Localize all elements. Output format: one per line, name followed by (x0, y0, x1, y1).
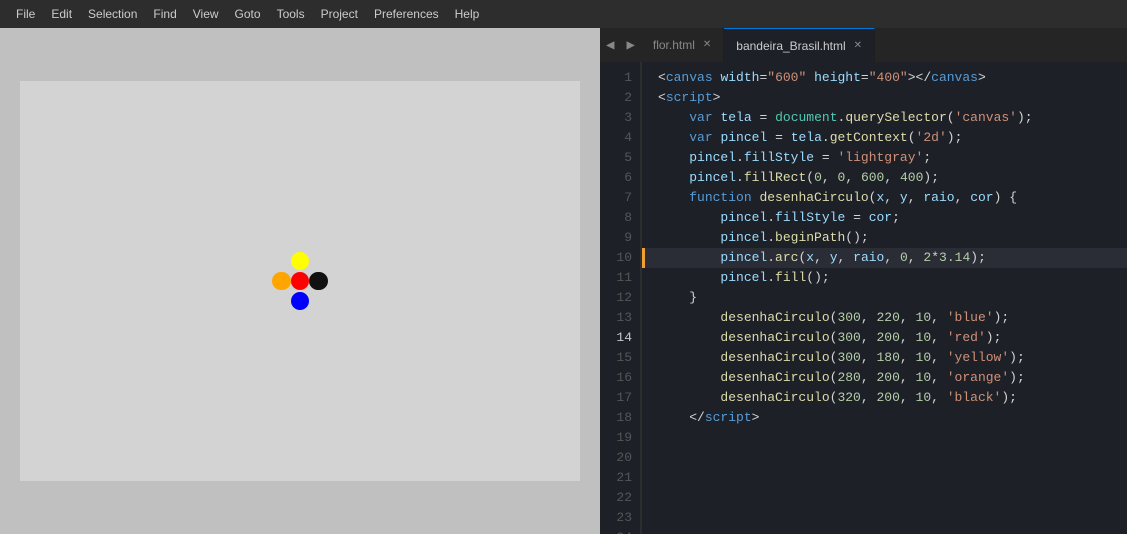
circle-111111 (309, 272, 328, 291)
line-number-9: 9 (610, 228, 632, 248)
code-line-16: } (642, 288, 1127, 308)
menu-item-project[interactable]: Project (313, 3, 366, 25)
menu-item-find[interactable]: Find (145, 3, 184, 25)
line-number-18: 18 (610, 408, 632, 428)
line-number-21: 21 (610, 468, 632, 488)
tab-flor[interactable]: flor.html ✕ (641, 28, 724, 62)
menu-item-tools[interactable]: Tools (269, 3, 313, 25)
circle-red (291, 272, 310, 291)
line-number-8: 8 (610, 208, 632, 228)
line-number-7: 7 (610, 188, 632, 208)
code-line-23: desenhaCirculo(280, 200, 10, 'orange'); (642, 368, 1127, 388)
tab-bandeira-label: bandeira_Brasil.html (736, 39, 845, 53)
line-number-23: 23 (610, 508, 632, 528)
line-number-2: 2 (610, 88, 632, 108)
editor-pane: ◀ ▶ flor.html ✕ bandeira_Brasil.html ✕ 1… (600, 28, 1127, 534)
line-number-17: 17 (610, 388, 632, 408)
line-number-15: 15 (610, 348, 632, 368)
code-line-15: pincel.fill(); (642, 268, 1127, 288)
line-number-16: 16 (610, 368, 632, 388)
line-number-3: 3 (610, 108, 632, 128)
tab-flor-close[interactable]: ✕ (703, 40, 711, 50)
main-layout: ◀ ▶ flor.html ✕ bandeira_Brasil.html ✕ 1… (0, 28, 1127, 534)
line-number-1: 1 (610, 68, 632, 88)
code-line-10: function desenhaCirculo(x, y, raio, cor)… (642, 188, 1127, 208)
tab-bar: ◀ ▶ flor.html ✕ bandeira_Brasil.html ✕ (600, 28, 1127, 62)
line-number-22: 22 (610, 488, 632, 508)
menu-item-goto[interactable]: Goto (227, 3, 269, 25)
line-number-5: 5 (610, 148, 632, 168)
line-number-11: 11 (610, 268, 632, 288)
menu-bar: FileEditSelectionFindViewGotoToolsProjec… (0, 0, 1127, 28)
tab-nav-next[interactable]: ▶ (620, 28, 640, 62)
code-line-1: <canvas width="600" height="400"></canva… (642, 68, 1127, 88)
code-line-20: desenhaCirculo(300, 200, 10, 'red'); (642, 328, 1127, 348)
line-number-6: 6 (610, 168, 632, 188)
menu-item-view[interactable]: View (185, 3, 227, 25)
line-number-20: 20 (610, 448, 632, 468)
code-line-25: </script> (642, 408, 1127, 428)
line-numbers: 1234567891011121314151617181920212223242… (600, 62, 642, 534)
code-line-13: pincel.beginPath(); (642, 228, 1127, 248)
tab-bandeira[interactable]: bandeira_Brasil.html ✕ (724, 28, 875, 62)
code-line-21: desenhaCirculo(300, 180, 10, 'yellow'); (642, 348, 1127, 368)
code-line-19: desenhaCirculo(300, 220, 10, 'blue'); (642, 308, 1127, 328)
code-line-24: desenhaCirculo(320, 200, 10, 'black'); (642, 388, 1127, 408)
menu-item-help[interactable]: Help (447, 3, 488, 25)
canvas-preview (20, 81, 580, 481)
code-content[interactable]: <canvas width="600" height="400"></canva… (642, 62, 1127, 534)
preview-pane (0, 28, 600, 534)
code-line-8: pincel.fillRect(0, 0, 600, 400); (642, 168, 1127, 188)
code-line-6: var pincel = tela.getContext('2d'); (642, 128, 1127, 148)
tab-flor-label: flor.html (653, 38, 695, 52)
line-number-24: 24 (610, 528, 632, 534)
code-line-14: pincel.arc(x, y, raio, 0, 2*3.14); (642, 248, 1127, 268)
menu-item-preferences[interactable]: Preferences (366, 3, 447, 25)
circle-yellow (291, 252, 310, 271)
menu-item-file[interactable]: File (8, 3, 43, 25)
tab-nav-prev[interactable]: ◀ (600, 28, 620, 62)
line-number-19: 19 (610, 428, 632, 448)
code-line-7: pincel.fillStyle = 'lightgray'; (642, 148, 1127, 168)
line-number-12: 12 (610, 288, 632, 308)
code-line-3: <script> (642, 88, 1127, 108)
code-line-5: var tela = document.querySelector('canva… (642, 108, 1127, 128)
menu-item-edit[interactable]: Edit (43, 3, 80, 25)
line-number-13: 13 (610, 308, 632, 328)
menu-item-selection[interactable]: Selection (80, 3, 145, 25)
code-line-12: pincel.fillStyle = cor; (642, 208, 1127, 228)
line-number-10: 10 (610, 248, 632, 268)
circle-blue (291, 292, 310, 311)
code-area[interactable]: 1234567891011121314151617181920212223242… (600, 62, 1127, 534)
line-number-14: 14 (610, 328, 632, 348)
tab-bandeira-close[interactable]: ✕ (854, 41, 862, 51)
line-number-4: 4 (610, 128, 632, 148)
circle-orange (272, 272, 291, 291)
